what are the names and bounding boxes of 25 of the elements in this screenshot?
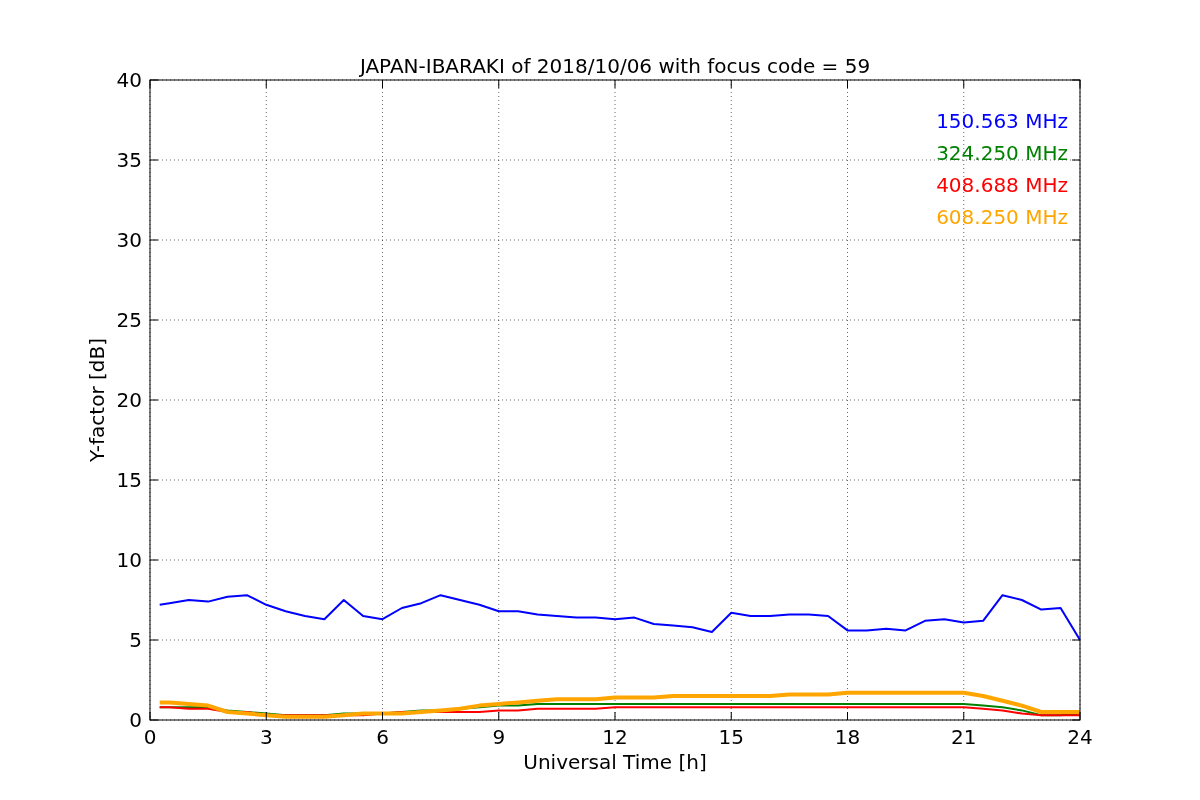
y-tick-label: 0 bbox=[129, 708, 142, 732]
legend-label: 150.563 MHz bbox=[936, 109, 1068, 133]
y-tick-label: 25 bbox=[116, 308, 142, 332]
x-tick-label: 21 bbox=[951, 725, 977, 749]
y-tick-label: 40 bbox=[116, 68, 142, 92]
x-tick-label: 15 bbox=[718, 725, 744, 749]
legend-label: 608.250 MHz bbox=[936, 205, 1068, 229]
y-axis-label: Y-factor [dB] bbox=[85, 338, 109, 462]
x-tick-label: 9 bbox=[492, 725, 506, 749]
x-tick-label: 0 bbox=[143, 725, 157, 749]
chart-title: JAPAN-IBARAKI of 2018/10/06 with focus code = 59 bbox=[359, 54, 871, 78]
y-tick-label: 15 bbox=[116, 468, 142, 492]
y-tick-label: 20 bbox=[116, 388, 142, 412]
y-tick-label: 10 bbox=[116, 548, 142, 572]
x-tick-label: 6 bbox=[376, 725, 389, 749]
x-axis-label: Universal Time [h] bbox=[523, 750, 707, 774]
y-tick-label: 35 bbox=[116, 148, 142, 172]
x-tick-label: 3 bbox=[259, 725, 273, 749]
x-tick-label: 24 bbox=[1067, 725, 1093, 749]
x-tick-label: 12 bbox=[602, 725, 628, 749]
legend-label: 324.250 MHz bbox=[936, 141, 1068, 165]
x-tick-label: 18 bbox=[834, 725, 861, 749]
legend-label: 408.688 MHz bbox=[936, 173, 1068, 197]
y-tick-label: 5 bbox=[129, 628, 142, 652]
y-tick-label: 30 bbox=[116, 228, 142, 252]
